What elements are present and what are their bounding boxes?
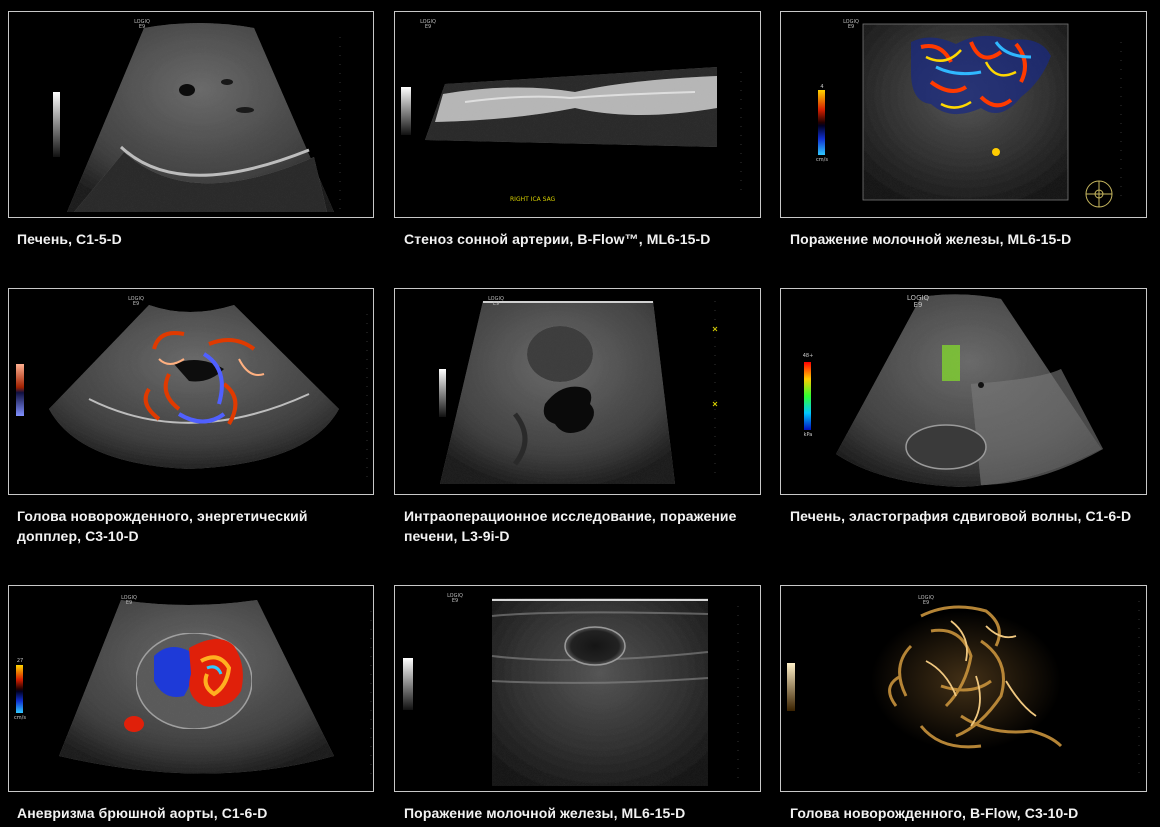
- logo-line-2: E9: [138, 24, 146, 30]
- stiffness-scale-max: 48+: [802, 353, 814, 359]
- logiq-logo-text: LOGIQ E9: [114, 596, 144, 606]
- logo-line-2: E9: [922, 600, 930, 606]
- logo-line-2: E9: [125, 600, 133, 606]
- caption-tile-8: Поражение молочной железы, ML6-15-D: [404, 805, 686, 821]
- logo-line-2: E9: [424, 24, 432, 30]
- caption-tile-9: Голова новорожденного, B-Flow, C3-10-D: [790, 805, 1079, 821]
- ultrasound-image-elastography: LOGIQ E9 48+ kPa: [780, 288, 1147, 495]
- ultrasound-image-neonatal-power-doppler: LOGIQ E9: [8, 288, 374, 495]
- logiq-logo-text: LOGIQ E9: [121, 297, 151, 307]
- velocity-scale-unit: cm/s: [14, 715, 26, 721]
- stiffness-scale-unit: kPa: [803, 432, 813, 438]
- logo-line-2: E9: [847, 24, 855, 30]
- elastography-scan-graphic: [804, 294, 1103, 487]
- caption-tile-5: Интраоперационное исследование, поражени…: [404, 508, 737, 544]
- aortic-aneurysm-graphic: [16, 600, 372, 781]
- logo-line-2: E9: [132, 301, 140, 307]
- logiq-logo-text: LOGIQ E9: [440, 594, 470, 604]
- logiq-logo-text: LOGIQ E9: [911, 596, 941, 606]
- logo-line-2: E9: [913, 301, 923, 309]
- ultrasound-image-neonatal-bflow: LOGIQ E9: [780, 585, 1147, 792]
- logo-line-2: E9: [451, 598, 459, 604]
- breast-bmode-graphic: [403, 598, 739, 786]
- liver-scan-graphic: [53, 23, 341, 212]
- neonatal-bflow-graphic: [787, 601, 1140, 776]
- velocity-scale-unit: cm/s: [816, 157, 828, 163]
- caption-tile-3: Поражение молочной железы, ML6-15-D: [790, 231, 1072, 247]
- caption-tile-2: Стеноз сонной артерии, B-Flow™, ML6-15-D: [404, 231, 711, 247]
- caption-tile-4: Голова новорожденного, энергетический до…: [17, 508, 308, 544]
- logiq-logo-text: LOGIQ E9: [903, 295, 933, 309]
- logiq-logo-text: LOGIQ E9: [413, 20, 443, 30]
- caption-tile-1: Печень, C1-5-D: [17, 231, 122, 247]
- ultrasound-image-intraoperative-liver: LOGIQ E9: [394, 288, 761, 495]
- neonatal-power-doppler-graphic: [16, 305, 368, 484]
- ultrasound-image-carotid: LOGIQ E9 RIGHT ICA SAG: [394, 11, 761, 218]
- velocity-scale-max: 4: [820, 84, 824, 90]
- logiq-logo-text: LOGIQ E9: [836, 20, 866, 30]
- logo-line-2: E9: [492, 301, 500, 307]
- ultrasound-image-breast-bmode: LOGIQ E9: [394, 585, 761, 792]
- breast-doppler-scan-graphic: [818, 23, 1122, 208]
- carotid-scan-graphic: [401, 67, 742, 192]
- ultrasound-image-aortic-aneurysm: LOGIQ E9 27 cm/s: [8, 585, 374, 792]
- caption-tile-6: Печень, эластография сдвиговой волны, C1…: [790, 508, 1132, 524]
- scan-plane-label: RIGHT ICA SAG: [510, 196, 556, 203]
- caption-tile-7: Аневризма брюшной аорты, C1-6-D: [17, 805, 268, 821]
- ultrasound-image-liver: LOGIQ E9: [8, 11, 374, 218]
- logiq-logo-text: LOGIQ E9: [127, 20, 157, 30]
- velocity-scale-max: 27: [16, 658, 24, 664]
- logiq-logo-text: LOGIQ E9: [481, 297, 511, 307]
- ultrasound-image-breast-doppler: LOGIQ E9 4 cm/s: [780, 11, 1147, 218]
- intraoperative-liver-graphic: [439, 301, 718, 484]
